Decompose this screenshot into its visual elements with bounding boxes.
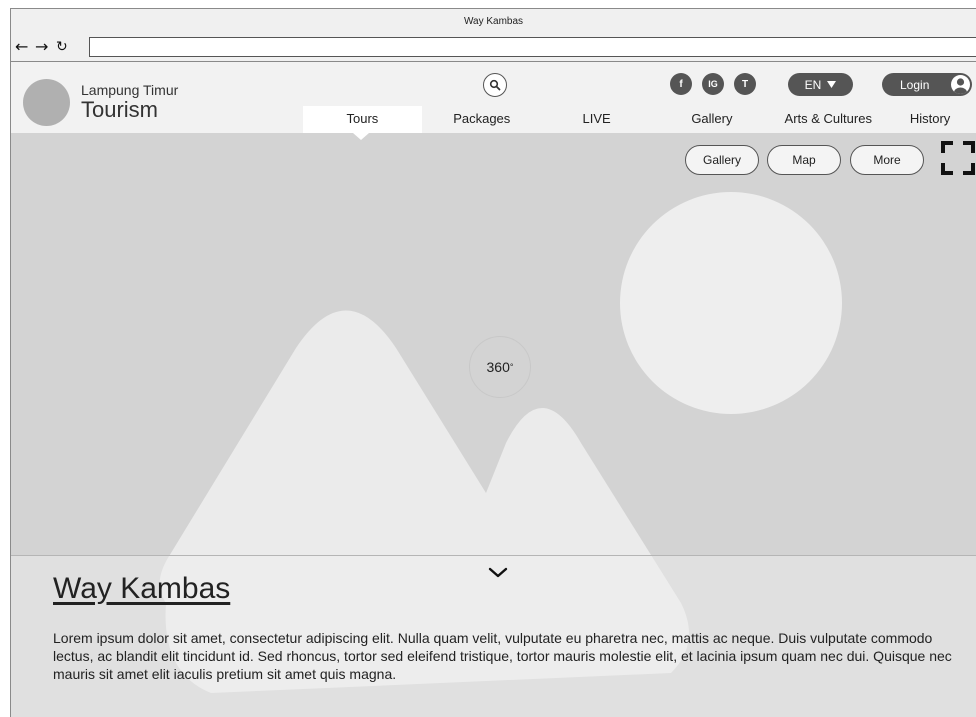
chevron-down-icon[interactable] [487,566,509,580]
browser-nav-bar: ← → ↻ [10,35,976,61]
twitter-icon[interactable]: T [734,73,756,95]
sun-shape [620,192,842,414]
panorama-360-label: 360 [486,359,510,375]
brand-subtitle: Lampung Timur [81,82,179,98]
gallery-button[interactable]: Gallery [685,145,759,175]
brand-title: Tourism [81,97,159,122]
search-icon [489,79,501,91]
instagram-icon[interactable]: IG [702,73,724,95]
fullscreen-icon[interactable] [941,141,975,175]
login-button[interactable]: Login [882,73,972,96]
facebook-icon[interactable]: f [670,73,692,95]
menu-item-gallery[interactable]: Gallery [652,106,773,133]
place-description: Lorem ipsum dolor sit amet, consectetur … [53,630,952,682]
hero-image: Gallery Map More 360 ° Way Kambas Lorem i… [11,133,976,717]
language-label: EN [804,77,822,92]
forward-arrow-icon[interactable]: → [35,37,48,57]
menu-item-history[interactable]: History [884,106,976,133]
menu-item-arts-cultures[interactable]: Arts & Cultures [772,106,884,133]
search-button[interactable] [483,73,507,97]
back-arrow-icon[interactable]: ← [15,37,28,57]
dropdown-arrow-icon [827,81,837,88]
site-header: Lampung Timur Tourism f IG T EN Login To… [11,62,976,133]
user-icon [951,75,970,94]
reload-icon[interactable]: ↻ [56,37,68,57]
logo[interactable] [23,79,70,126]
place-title[interactable]: Way Kambas [53,572,230,606]
main-menu: Tours Packages LIVE Gallery Arts & Cultu… [303,106,976,133]
window-title: Way Kambas [10,8,976,35]
more-button[interactable]: More [850,145,924,175]
menu-item-tours[interactable]: Tours [303,106,422,133]
panorama-360-button[interactable]: 360 ° [469,336,531,398]
login-label: Login [900,77,930,92]
language-select[interactable]: EN [788,73,853,96]
info-panel: Way Kambas Lorem ipsum dolor sit amet, c… [11,555,976,717]
active-menu-indicator [353,133,369,140]
menu-item-live[interactable]: LIVE [542,106,652,133]
menu-item-packages[interactable]: Packages [422,106,542,133]
page: Lampung Timur Tourism f IG T EN Login To… [10,61,976,717]
address-bar[interactable] [89,37,976,57]
degree-symbol: ° [509,362,514,372]
map-button[interactable]: Map [767,145,841,175]
